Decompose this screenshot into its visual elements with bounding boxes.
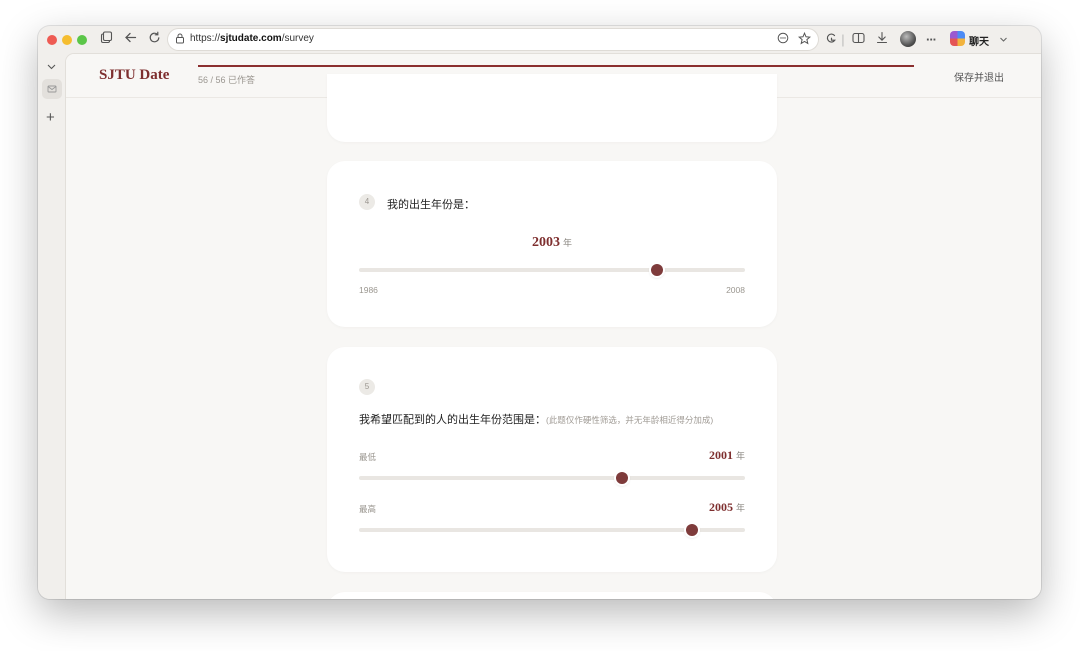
question-card-previous — [327, 74, 777, 142]
question-card-next — [327, 592, 777, 599]
split-view-icon[interactable] — [850, 31, 866, 49]
vertical-tab-strip: + — [38, 54, 66, 599]
extension-icon[interactable] — [824, 31, 838, 49]
question-card-5: 5 我希望匹配到的人的出生年份范围是：(此题仅作硬性筛选，并无年龄相近得分加成)… — [327, 347, 777, 572]
year-unit-label: 年 — [562, 238, 572, 248]
year-unit-label: 年 — [735, 451, 745, 461]
birth-year-slider[interactable] — [359, 264, 745, 276]
max-year-label: 最高 — [359, 504, 377, 514]
site-logo[interactable]: SJTU Date — [99, 67, 169, 84]
close-window-button[interactable] — [47, 35, 57, 45]
max-year-value: 2005 — [708, 500, 733, 514]
browser-window: https://sjtudate.com/survey | ··· 聊天 + S… — [38, 26, 1041, 599]
progress-bar — [198, 65, 914, 67]
reload-icon[interactable] — [146, 31, 162, 49]
tab-favicon-sjtudate[interactable] — [42, 79, 62, 99]
slider-max-label: 2008 — [726, 285, 745, 295]
min-year-display: 2001 年 — [627, 448, 745, 463]
question-title: 我希望匹配到的人的出生年份范围是：(此题仅作硬性筛选，并无年龄相近得分加成) — [359, 411, 713, 427]
birth-year-slider-thumb[interactable] — [651, 264, 664, 276]
new-tab-plus-icon[interactable]: + — [46, 110, 55, 125]
progress-bar-fill — [198, 65, 914, 67]
browser-toolbar: https://sjtudate.com/survey | ··· 聊天 — [38, 26, 1041, 54]
question-hint: (此题仅作硬性筛选，并无年龄相近得分加成) — [546, 415, 714, 425]
min-year-label: 最低 — [359, 452, 377, 462]
question-card-4: 4 我的出生年份是： 2003 年 1986 2008 — [327, 161, 777, 327]
selected-year-value: 2003 — [531, 235, 560, 250]
slider-min-label: 1986 — [359, 285, 378, 295]
chat-button-label[interactable]: 聊天 — [969, 33, 989, 48]
selected-year-display: 2003 年 — [327, 235, 777, 251]
max-year-slider[interactable] — [359, 524, 745, 536]
reader-mode-icon[interactable] — [777, 32, 789, 47]
max-year-display: 2005 年 — [627, 500, 745, 515]
collapse-sidebar-chevron-icon[interactable] — [46, 59, 57, 77]
max-year-slider-thumb[interactable] — [686, 524, 699, 536]
profile-avatar[interactable] — [900, 31, 916, 47]
address-bar[interactable]: https://sjtudate.com/survey — [168, 29, 818, 50]
site-info-icon[interactable] — [174, 32, 186, 51]
download-icon[interactable] — [874, 31, 890, 49]
toolbar-divider: | — [841, 32, 845, 47]
progress-text: 56 / 56 已作答 — [198, 75, 256, 85]
min-year-slider[interactable] — [359, 472, 745, 484]
min-year-value: 2001 — [708, 448, 733, 462]
min-year-slider-thumb[interactable] — [616, 472, 629, 484]
tabs-icon[interactable] — [98, 31, 114, 49]
question-number-badge: 4 — [359, 194, 375, 210]
page-content: SJTU Date 56 / 56 已作答 保存并退出 4 我的出生年份是： 2… — [66, 54, 1041, 599]
question-title-text: 我希望匹配到的人的出生年份范围是： — [359, 414, 546, 426]
more-menu-icon[interactable]: ··· — [924, 31, 938, 49]
question-title: 我的出生年份是： — [387, 199, 475, 211]
minimize-window-button[interactable] — [62, 35, 72, 45]
save-and-exit-button[interactable]: 保存并退出 — [954, 69, 1004, 84]
url-text: https://sjtudate.com/survey — [190, 33, 314, 44]
maximize-window-button[interactable] — [77, 35, 87, 45]
question-number-badge: 5 — [359, 379, 375, 395]
chat-assistant-icon[interactable] — [950, 31, 965, 46]
back-arrow-icon[interactable] — [122, 31, 138, 49]
favorite-star-icon[interactable] — [797, 31, 812, 48]
year-unit-label: 年 — [735, 503, 745, 513]
chevron-down-icon[interactable] — [997, 31, 1009, 49]
